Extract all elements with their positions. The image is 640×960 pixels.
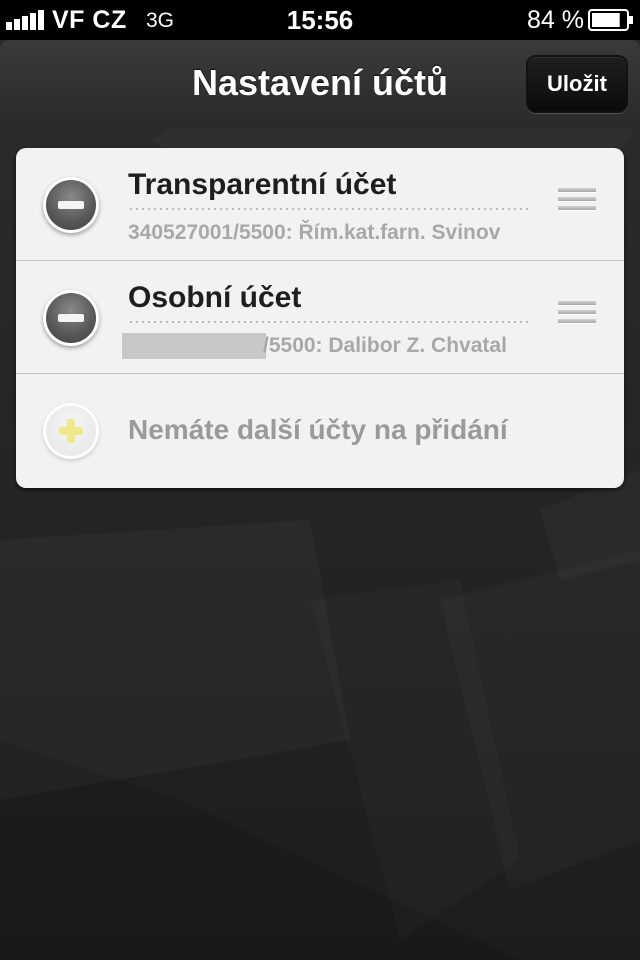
status-bar: VF CZ 3G 15:56 84 % bbox=[0, 0, 640, 40]
accounts-list: Transparentní účet 340527001/5500: Řím.k… bbox=[16, 148, 624, 488]
app-screen: Nastavení účtů Uložit Transparentní účet… bbox=[0, 40, 640, 960]
minus-icon bbox=[58, 314, 84, 322]
delete-account-button[interactable] bbox=[46, 293, 96, 343]
navigation-bar: Nastavení účtů Uložit bbox=[0, 40, 640, 128]
account-row[interactable]: Osobní účet /5500: Dalibor Z. Chvatal bbox=[16, 261, 624, 373]
battery-percentage: 84 % bbox=[527, 6, 584, 34]
add-account-row[interactable]: Nemáte další účty na přidání bbox=[16, 374, 624, 488]
account-name: Transparentní účet bbox=[128, 168, 397, 201]
account-row[interactable]: Transparentní účet 340527001/5500: Řím.k… bbox=[16, 148, 624, 260]
battery-icon bbox=[588, 9, 633, 31]
reorder-handle-icon[interactable] bbox=[558, 188, 596, 220]
reorder-handle-icon[interactable] bbox=[558, 301, 596, 333]
account-name: Osobní účet bbox=[128, 281, 302, 314]
add-account-button[interactable] bbox=[46, 406, 96, 456]
minus-icon bbox=[58, 201, 84, 209]
account-detail: 340527001/5500: Řím.kat.farn. Svinov bbox=[128, 221, 501, 244]
dotted-divider bbox=[128, 321, 532, 323]
redacted-account-number bbox=[122, 333, 266, 359]
add-account-label: Nemáte další účty na přidání bbox=[128, 414, 508, 445]
delete-account-button[interactable] bbox=[46, 180, 96, 230]
dotted-divider bbox=[128, 208, 532, 210]
save-button[interactable]: Uložit bbox=[526, 55, 628, 113]
account-detail: /5500: Dalibor Z. Chvatal bbox=[263, 334, 507, 357]
